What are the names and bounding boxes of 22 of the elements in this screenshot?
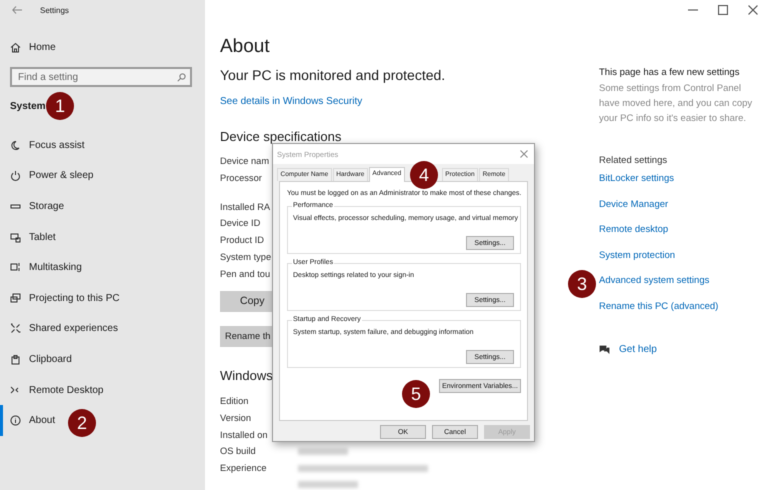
related-heading: Related settings xyxy=(599,154,668,168)
spec-label: OS build xyxy=(220,446,256,456)
window-title: Settings xyxy=(40,6,69,14)
spec-label: Installed on xyxy=(220,430,268,440)
notice-text: Some settings from Control Panel have moved here, and you can copy your PC info so it's easier to share. xyxy=(599,82,754,126)
spec-label: Edition xyxy=(220,396,248,406)
step-marker: 3 xyxy=(568,270,596,298)
page-title: About xyxy=(220,35,270,59)
section-heading: Windows xyxy=(220,366,273,385)
spec-label: Pen and tou xyxy=(220,268,270,281)
notice-title: This page has a few new settings xyxy=(599,66,740,80)
spec-label: Processor xyxy=(220,172,262,185)
spec-label: Device ID xyxy=(220,217,260,230)
spec-label: Device nam xyxy=(220,155,270,168)
spec-label: Experience xyxy=(220,462,267,473)
spec-label: Version xyxy=(220,413,252,424)
section-heading: System xyxy=(9,100,47,114)
spec-label: Product ID xyxy=(220,234,264,248)
spec-label: Installed RA xyxy=(220,200,270,214)
section-heading: Device specifications xyxy=(220,129,342,145)
security-status: Your PC is monitored and protected. xyxy=(220,66,446,84)
spec-label: System type xyxy=(220,250,272,264)
